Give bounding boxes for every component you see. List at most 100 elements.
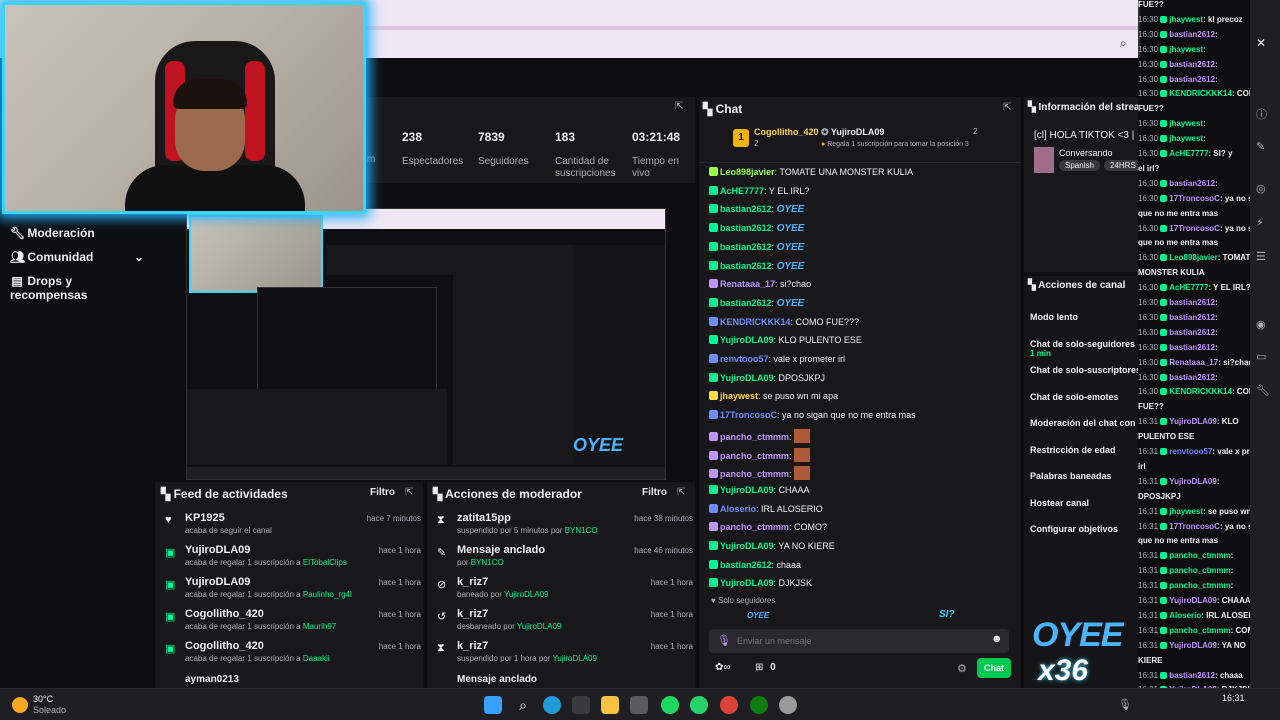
chat-message[interactable]: YujiroDLA09: YA NO KIERE xyxy=(709,541,835,551)
mod-filter-button[interactable]: Filtro xyxy=(642,487,667,498)
weather-sun-icon[interactable] xyxy=(12,697,28,713)
sidebar-item-drops[interactable]: ▤ Drops y recompensas xyxy=(10,274,150,302)
microphone-icon[interactable]: 🎙︎ xyxy=(1118,698,1132,711)
panel-drag-icon[interactable]: ▚ xyxy=(433,487,442,501)
tag-spanish[interactable]: Spanish xyxy=(1059,160,1100,171)
chat-username[interactable]: bastian2612 xyxy=(720,242,772,252)
activity-filter-button[interactable]: Filtro xyxy=(370,487,395,498)
stream-preview[interactable]: OYEE xyxy=(186,208,666,480)
stream-category[interactable]: Conversando xyxy=(1059,148,1113,158)
chat-message[interactable]: Leo898javier: TOMATE UNA MONSTER KULIA xyxy=(709,167,913,177)
windows-start-icon[interactable] xyxy=(484,696,502,714)
chat-username[interactable]: bastian2612 xyxy=(720,223,772,233)
mod-action-item[interactable]: ↺ k_riz7 desbaneado por YujiroDLA09 hace 1 … xyxy=(435,608,693,640)
store-icon[interactable] xyxy=(572,696,590,714)
expand-icon[interactable]: ⇱ xyxy=(675,101,683,112)
chat-username[interactable]: YujiroDLA09 xyxy=(720,578,774,588)
mod-action-target[interactable]: zatita15pp xyxy=(457,512,511,524)
panel-drag-icon[interactable]: ▚ xyxy=(161,487,170,501)
mod-action-moderator[interactable]: BYN1CO xyxy=(565,526,598,535)
app-icon[interactable] xyxy=(779,696,797,714)
chat-message[interactable]: pancho_ctmmm: xyxy=(709,466,811,481)
channel-action-item[interactable]: Configurar objetivos xyxy=(1030,524,1138,534)
channel-action-item[interactable]: Restricción de edad xyxy=(1030,445,1138,455)
microphone-icon[interactable]: 🎙︎ xyxy=(717,634,731,647)
chat-username[interactable]: YujiroDLA09 xyxy=(720,373,774,383)
sidebar-item-comunidad[interactable]: 👥︎ Comunidad ⌄ xyxy=(10,250,150,264)
broadcast-icon[interactable]: ◉ xyxy=(1256,318,1266,331)
app-icon[interactable] xyxy=(630,696,648,714)
activity-user[interactable]: Cogollitho_420 xyxy=(185,608,264,620)
chat-message[interactable]: pancho_ctmmm: xyxy=(709,428,811,443)
xbox-icon[interactable] xyxy=(750,696,768,714)
mod-action-item[interactable]: ✎ Mensaje anclado por BYN1CO hace 46 minuto… xyxy=(435,544,693,576)
tag-24hrs[interactable]: 24HRS xyxy=(1104,160,1138,171)
channel-action-item[interactable]: Modo lento xyxy=(1030,312,1138,322)
screen-icon[interactable]: ▭ xyxy=(1256,350,1266,363)
panel-drag-icon[interactable]: ▚ xyxy=(703,102,712,116)
chat-username[interactable]: Leo898javier xyxy=(720,167,775,177)
chat-message[interactable]: jhaywest: se puso wn mi apa xyxy=(709,391,838,401)
panel-drag-icon[interactable]: ▚ xyxy=(1028,280,1036,291)
pencil-icon[interactable]: ✎ xyxy=(1256,140,1265,153)
chat-username[interactable]: YujiroDLA09 xyxy=(720,541,774,551)
activity-user[interactable]: KP1925 xyxy=(185,512,225,524)
panel-drag-icon[interactable]: ▚ xyxy=(1028,102,1036,113)
channel-action-item[interactable]: Chat de solo-seguidores 1 min xyxy=(1030,339,1138,358)
whatsapp-icon[interactable] xyxy=(690,696,708,714)
expand-icon[interactable]: ⇱ xyxy=(405,487,413,498)
channel-points[interactable]: ✿∞ xyxy=(715,662,731,673)
expand-icon[interactable]: ⇱ xyxy=(1003,102,1011,113)
channel-action-item[interactable]: Chat de solo-suscriptores xyxy=(1030,365,1138,375)
clock[interactable]: 16:31 xyxy=(1222,693,1245,703)
chat-message[interactable]: bastian2612: OYEE xyxy=(709,241,804,253)
activity-item[interactable]: ♥ KP1925 acaba de seguir el canal hace 7 m… xyxy=(163,512,421,544)
settings-gear-icon[interactable]: ⚙ xyxy=(957,662,967,675)
activity-user[interactable]: YujiroDLA09 xyxy=(185,576,250,588)
mod-action-target[interactable]: k_riz7 xyxy=(457,576,488,588)
activity-recipient[interactable]: ElTobalClips xyxy=(303,558,347,567)
chat-username[interactable]: pancho_ctmmm xyxy=(720,451,789,461)
sidebar-item-moderacion[interactable]: 🔧︎ Moderación xyxy=(10,226,150,240)
target-icon[interactable]: ◎ xyxy=(1256,182,1266,195)
expand-icon[interactable]: ⇱ xyxy=(677,487,685,498)
channel-action-item[interactable]: Hostear canal xyxy=(1030,498,1138,508)
chat-username[interactable]: pancho_ctmmm xyxy=(720,522,789,532)
chat-message[interactable]: YujiroDLA09: CHAAA xyxy=(709,484,810,495)
gifter-2-name[interactable]: ✪ YujiroDLA09 xyxy=(821,127,884,138)
list-icon[interactable]: ☰ xyxy=(1256,250,1266,263)
mod-action-moderator[interactable]: BYN1CO xyxy=(471,558,504,567)
activity-recipient[interactable]: Paulinho_rg4l xyxy=(303,590,352,599)
chat-message[interactable]: bastian2612: chaaa xyxy=(709,559,801,570)
activity-user[interactable]: YujiroDLA09 xyxy=(185,544,250,556)
chat-message[interactable]: bastian2612: OYEE xyxy=(709,204,804,215)
chat-message[interactable]: bastian2612: OYEE xyxy=(709,260,804,272)
search-icon[interactable]: ⌕ xyxy=(514,696,532,714)
weather-temp[interactable]: 30°C xyxy=(33,694,53,704)
chat-username[interactable]: bastian2612 xyxy=(720,298,772,308)
chat-username[interactable]: bastian2612 xyxy=(720,204,772,214)
mod-action-item[interactable]: ⊘ k_riz7 baneado por YujiroDLA09 hace 1 hor… xyxy=(435,576,693,608)
chat-message[interactable]: bastian2612: OYEE xyxy=(709,297,804,309)
chat-message[interactable]: bastian2612: OYEE xyxy=(709,223,804,234)
mod-action-moderator[interactable]: YujiroDLA09 xyxy=(552,654,596,663)
gift-cta[interactable]: ● Regala 1 suscripción para tomar la pos… xyxy=(821,141,969,148)
mod-action-moderator[interactable]: YujiroDLA09 xyxy=(517,622,561,631)
spotify-icon[interactable] xyxy=(661,696,679,714)
chat-input-container[interactable]: 🎙︎ ☻ xyxy=(709,629,1009,653)
activity-item[interactable]: ▣ YujiroDLA09 acaba de regalar 1 suscripci… xyxy=(163,576,421,608)
chat-message[interactable]: YujiroDLA09: DPOSJKPJ xyxy=(709,372,825,383)
chat-message[interactable]: AcHE7777: Y EL IRL? xyxy=(709,185,809,196)
chat-message[interactable]: 17TroncosoC: ya no sigan que no me entra… xyxy=(709,410,916,420)
gifter-1-name[interactable]: Cogollitho_420 xyxy=(754,127,819,137)
mod-action-target[interactable]: k_riz7 xyxy=(457,608,488,620)
mod-action-target[interactable]: k_riz7 xyxy=(457,640,488,652)
mod-action-item[interactable]: ⧗ zatita15pp suspendido por 5 minutos por … xyxy=(435,512,693,544)
edge-icon[interactable] xyxy=(543,696,561,714)
mod-action-item[interactable]: ⧗ k_riz7 suspendido por 1 hora por YujiroD… xyxy=(435,640,693,672)
wrench-icon[interactable]: 🔧︎ xyxy=(1256,384,1270,397)
channel-action-item[interactable]: Palabras baneadas xyxy=(1030,471,1138,481)
search-icon[interactable]: ⌕ xyxy=(1120,36,1138,50)
chat-username[interactable]: AcHE7777 xyxy=(720,186,764,196)
chat-username[interactable]: Aloserio xyxy=(720,504,756,514)
